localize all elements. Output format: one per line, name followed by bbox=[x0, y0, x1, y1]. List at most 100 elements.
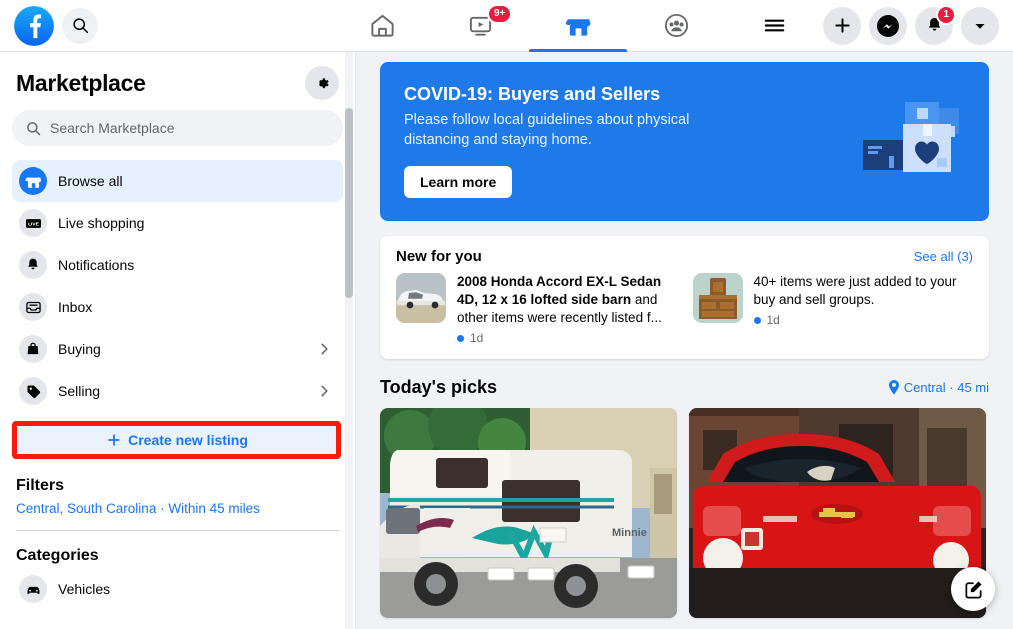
create-listing-region: Create new listing bbox=[12, 421, 343, 459]
main-inner: COVID-19: Buyers and Sellers Please foll… bbox=[356, 52, 1013, 618]
sidebar-item-buying[interactable]: Buying bbox=[12, 328, 343, 370]
facebook-logo[interactable] bbox=[14, 6, 54, 46]
search-icon bbox=[26, 121, 41, 136]
covid-banner: COVID-19: Buyers and Sellers Please foll… bbox=[380, 62, 989, 221]
categories-heading: Categories bbox=[12, 537, 343, 569]
white-sedan-thumbnail bbox=[396, 273, 446, 323]
tab-menu[interactable] bbox=[725, 0, 823, 52]
list-item-body: 40+ items were just added to your buy an… bbox=[754, 273, 974, 345]
sidebar-item-inbox[interactable]: Inbox bbox=[12, 286, 343, 328]
messenger-button[interactable] bbox=[869, 7, 907, 45]
sidebar-item-label: Inbox bbox=[58, 299, 92, 315]
sidebar-item-label: Notifications bbox=[58, 257, 134, 273]
chevron-down-icon bbox=[972, 18, 988, 34]
gear-icon bbox=[314, 75, 331, 92]
list-item-meta: 1d bbox=[457, 331, 677, 345]
rv-motorhome-listing-photo[interactable]: Minnie bbox=[380, 408, 677, 618]
global-search-button[interactable] bbox=[62, 8, 98, 44]
unread-dot-icon bbox=[754, 317, 761, 324]
todays-picks-grid: Minnie bbox=[380, 408, 989, 618]
red-chevrolet-listing-photo[interactable] bbox=[689, 408, 986, 618]
sidebar-item-notifications[interactable]: Notifications bbox=[12, 244, 343, 286]
sidebar-header: Marketplace bbox=[12, 52, 343, 108]
search-icon bbox=[72, 17, 89, 34]
location-filter-link[interactable]: Central · 45 mi bbox=[888, 380, 989, 395]
see-all-link[interactable]: See all (3) bbox=[914, 249, 973, 264]
create-button[interactable] bbox=[823, 7, 861, 45]
filters-heading: Filters bbox=[12, 467, 343, 499]
sidebar-item-selling[interactable]: Selling bbox=[12, 370, 343, 412]
list-item-body: 2008 Honda Accord EX-L Sedan 4D, 12 x 16… bbox=[457, 273, 677, 345]
compose-edit-icon bbox=[963, 579, 984, 600]
unread-dot-icon bbox=[457, 335, 464, 342]
category-item-vehicles[interactable]: Vehicles bbox=[12, 569, 343, 609]
sidebar-item-label: Selling bbox=[58, 383, 100, 399]
tab-groups[interactable] bbox=[627, 0, 725, 52]
active-tab-underline bbox=[529, 49, 627, 52]
facebook-marketplace-page: 9+ bbox=[0, 0, 1013, 629]
page-title: Marketplace bbox=[16, 70, 146, 97]
filters-location-link[interactable]: Central, South Carolina · Within 45 mile… bbox=[12, 499, 343, 526]
sidebar-scrollbar-thumb[interactable] bbox=[345, 108, 353, 298]
messenger-icon bbox=[876, 14, 900, 38]
list-item[interactable]: 2008 Honda Accord EX-L Sedan 4D, 12 x 16… bbox=[396, 273, 677, 345]
list-item-text: 2008 Honda Accord EX-L Sedan 4D, 12 x 16… bbox=[457, 273, 677, 327]
marketplace-settings-button[interactable] bbox=[305, 66, 339, 100]
wooden-dresser-thumbnail bbox=[693, 273, 743, 323]
inbox-icon bbox=[19, 293, 47, 321]
sidebar-item-live-shopping[interactable]: LIVE Live shopping bbox=[12, 202, 343, 244]
list-item[interactable]: 40+ items were just added to your buy an… bbox=[693, 273, 974, 345]
main-content: COVID-19: Buyers and Sellers Please foll… bbox=[356, 52, 1013, 629]
location-pin-icon bbox=[888, 380, 900, 395]
marketplace-store-icon bbox=[565, 12, 592, 39]
list-item-time: 1d bbox=[767, 313, 780, 327]
list-item-time: 1d bbox=[470, 331, 483, 345]
compose-listing-button[interactable] bbox=[951, 567, 995, 611]
bell-icon bbox=[19, 251, 47, 279]
price-tag-icon bbox=[19, 377, 47, 405]
plus-icon bbox=[833, 16, 852, 35]
svg-text:LIVE: LIVE bbox=[28, 221, 40, 227]
watch-badge: 9+ bbox=[487, 4, 512, 24]
new-for-you-card: New for you See all (3) bbox=[380, 236, 989, 359]
sidebar-content: Marketplace bbox=[0, 52, 355, 609]
list-item-meta: 1d bbox=[754, 313, 974, 327]
list-item-text: 40+ items were just added to your buy an… bbox=[754, 273, 974, 309]
todays-picks-title: Today's picks bbox=[380, 377, 497, 398]
top-navigation-bar: 9+ bbox=[0, 0, 1013, 52]
sidebar-item-label: Live shopping bbox=[58, 215, 144, 231]
chevron-right-icon bbox=[318, 385, 331, 398]
plus-icon bbox=[107, 433, 121, 447]
home-icon bbox=[369, 12, 396, 39]
new-for-you-items: 2008 Honda Accord EX-L Sedan 4D, 12 x 16… bbox=[396, 273, 973, 345]
sidebar-item-label: Browse all bbox=[58, 173, 123, 189]
new-for-you-title: New for you bbox=[396, 248, 482, 265]
notifications-button[interactable]: 1 bbox=[915, 7, 953, 45]
category-item-label: Vehicles bbox=[58, 581, 110, 597]
notifications-badge: 1 bbox=[936, 5, 956, 25]
search-input[interactable] bbox=[50, 120, 329, 136]
tab-marketplace[interactable] bbox=[529, 0, 627, 52]
tab-watch[interactable]: 9+ bbox=[431, 0, 529, 52]
tab-home[interactable] bbox=[333, 0, 431, 52]
location-filter-label: Central · 45 mi bbox=[904, 380, 989, 395]
topbar-left-group bbox=[0, 6, 333, 46]
shopping-bag-icon bbox=[19, 335, 47, 363]
store-icon bbox=[19, 167, 47, 195]
sidebar-item-label: Buying bbox=[58, 341, 101, 357]
covid-banner-subtitle: Please follow local guidelines about phy… bbox=[404, 111, 734, 150]
chevron-right-icon bbox=[318, 343, 331, 356]
marketplace-search-box[interactable] bbox=[12, 110, 343, 146]
account-menu-button[interactable] bbox=[961, 7, 999, 45]
hamburger-menu-icon bbox=[761, 12, 788, 39]
topbar-tabs: 9+ bbox=[333, 0, 823, 52]
packages-with-heart-illustration bbox=[861, 98, 971, 178]
sidebar-divider bbox=[16, 530, 339, 531]
create-new-listing-button[interactable]: Create new listing bbox=[18, 421, 337, 459]
car-icon bbox=[19, 575, 47, 603]
learn-more-button[interactable]: Learn more bbox=[404, 166, 512, 198]
marketplace-sidebar: Marketplace bbox=[0, 52, 356, 629]
create-listing-label: Create new listing bbox=[128, 432, 248, 448]
svg-text:Minnie: Minnie bbox=[612, 527, 647, 539]
sidebar-item-browse-all[interactable]: Browse all bbox=[12, 160, 343, 202]
